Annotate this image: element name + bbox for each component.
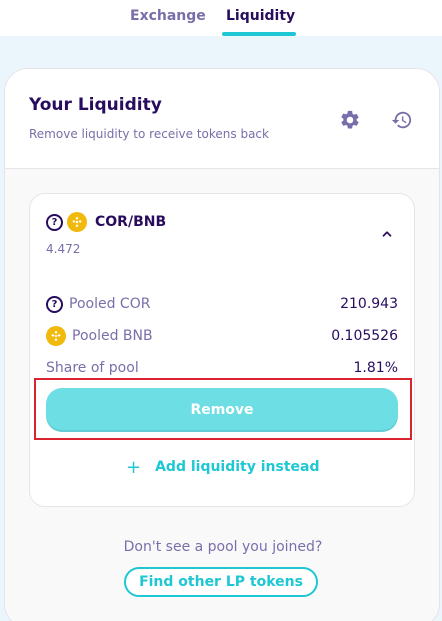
remove-highlight-box: Remove <box>34 378 412 440</box>
share-of-pool-value: 1.81% <box>353 360 398 376</box>
question-icon: ? <box>46 213 63 231</box>
tab-liquidity[interactable]: Liquidity <box>226 8 295 24</box>
plus-icon: + <box>126 456 142 478</box>
page-subtitle: Remove liquidity to receive tokens back <box>29 127 269 141</box>
bnb-icon <box>46 326 66 346</box>
add-liquidity-label: Add liquidity instead <box>155 459 320 475</box>
pooled-cor-value: 210.943 <box>340 296 398 312</box>
card-header: Your Liquidity Remove liquidity to recei… <box>5 69 439 169</box>
lp-token-amount: 4.472 <box>46 242 81 256</box>
history-icon[interactable] <box>389 107 415 133</box>
tab-exchange[interactable]: Exchange <box>130 8 206 24</box>
liquidity-card: Your Liquidity Remove liquidity to recei… <box>4 68 440 621</box>
pooled-cor-label: Pooled COR <box>69 296 151 312</box>
page-title: Your Liquidity <box>29 95 162 115</box>
pool-header[interactable]: ? COR/BNB <box>46 212 166 232</box>
tab-bar: Exchange Liquidity <box>0 0 442 36</box>
pooled-cor-row: ? Pooled COR 210.943 <box>46 294 398 314</box>
share-of-pool-row: Share of pool 1.81% <box>46 358 398 378</box>
gear-icon[interactable] <box>337 107 363 133</box>
top-area: Exchange Liquidity <box>0 0 442 36</box>
add-liquidity-link[interactable]: + Add liquidity instead <box>126 456 320 478</box>
pool-card: ? COR/BNB 4.472 ? Pooled COR 210.943 Poo… <box>29 193 415 507</box>
pooled-bnb-label: Pooled BNB <box>72 328 153 344</box>
pooled-bnb-value: 0.105526 <box>331 328 398 344</box>
question-icon: ? <box>46 295 63 313</box>
share-of-pool-label: Share of pool <box>46 360 139 376</box>
chevron-up-icon[interactable] <box>380 226 396 242</box>
pool-pair-name: COR/BNB <box>95 214 167 230</box>
find-lp-tokens-button[interactable]: Find other LP tokens <box>124 567 318 597</box>
bnb-icon <box>67 212 87 232</box>
pooled-bnb-row: Pooled BNB 0.105526 <box>46 326 398 346</box>
no-pool-text: Don't see a pool you joined? <box>123 539 323 555</box>
remove-button[interactable]: Remove <box>46 388 398 432</box>
